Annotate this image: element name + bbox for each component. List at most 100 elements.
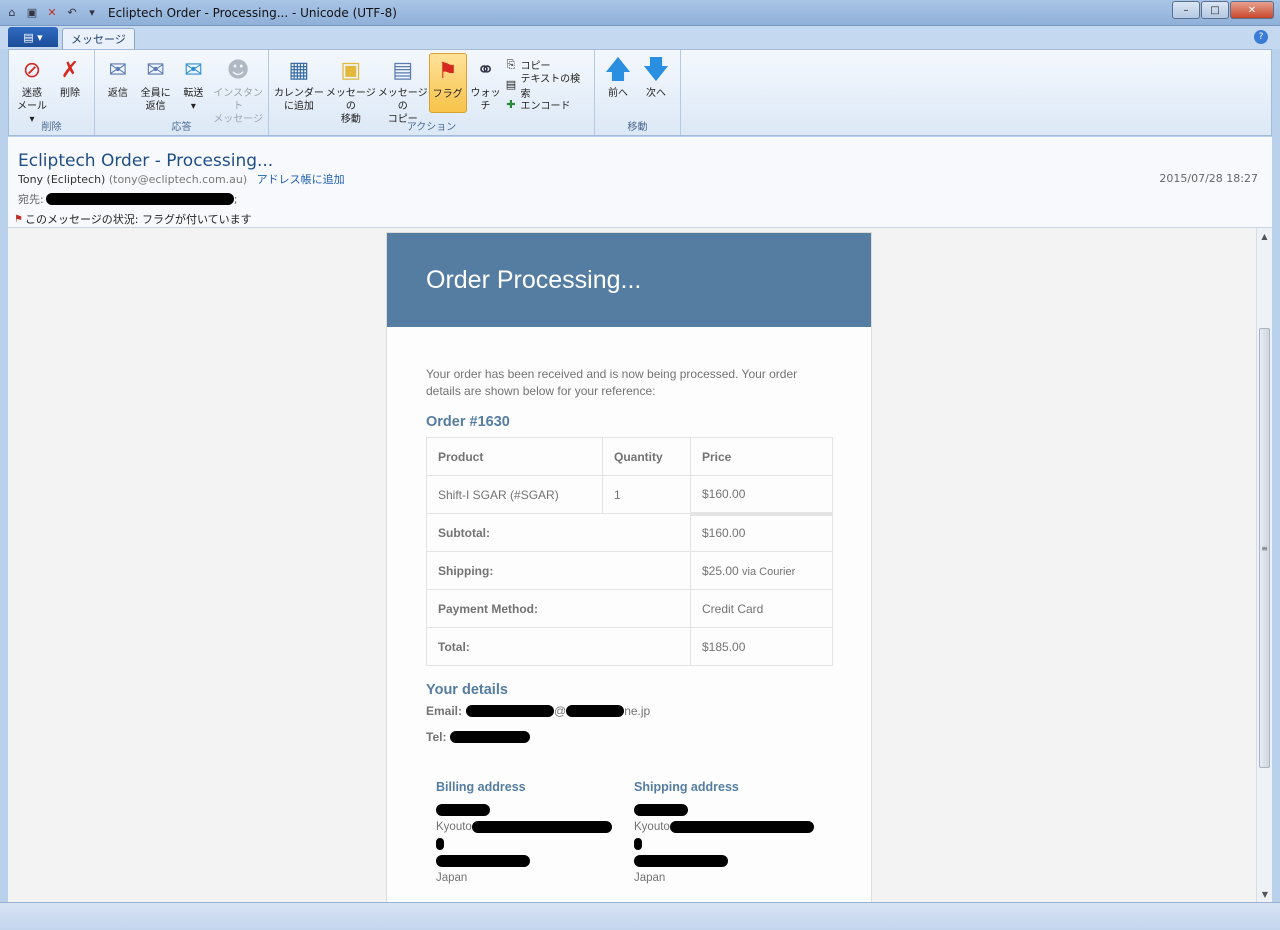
move-group-label: 移動 — [627, 122, 648, 133]
scroll-down-arrow-icon[interactable]: ▼ — [1257, 886, 1272, 902]
shipping-method: via Courier — [742, 565, 796, 578]
scroll-thumb[interactable]: ≡ — [1259, 328, 1270, 768]
close-button[interactable]: ✕ — [1230, 1, 1274, 19]
shipping-city: Kyouto — [634, 820, 670, 833]
copy-icon: ⎘ — [506, 57, 516, 71]
respond-group: ✉ 返信 ✉ 全員に 返信 ✉ 転送 ▾ ☻ インスタント メッセージ 応答 — [95, 50, 269, 135]
maximize-button[interactable]: □ — [1201, 1, 1229, 19]
payment-row: Payment Method: Credit Card — [426, 589, 833, 628]
move-group: 🡅 前へ 🡇 次へ 移動 — [595, 50, 681, 135]
redacted-email-user — [466, 705, 555, 717]
save-icon[interactable]: ▣ — [24, 5, 40, 21]
redacted-email-domain — [566, 705, 625, 717]
quantity-cell: 1 — [602, 475, 691, 514]
flag-button[interactable]: ⚑ フラグ — [428, 53, 467, 113]
find-text-button[interactable]: ▤ テキストの検索 — [505, 74, 591, 100]
arrow-up-icon: 🡅 — [604, 54, 632, 85]
redacted-billing-postcode — [436, 854, 530, 867]
tel-detail: Tel: — [426, 730, 832, 744]
shipping-label: Shipping: — [426, 551, 691, 590]
total-value: $185.00 — [690, 627, 833, 666]
payment-label: Payment Method: — [426, 589, 691, 628]
encode-icon: ✚ — [506, 98, 516, 111]
app-icon[interactable]: ⌂ — [4, 5, 20, 21]
delete-group-label: 削除 — [41, 122, 62, 133]
redacted-shipping-name — [634, 803, 688, 816]
redacted-billing-line — [436, 837, 444, 850]
actions-group: ▦ カレンダー に追加 ▣ メッセージの 移動 ▤ メッセージの コピー ⚑ フ… — [269, 50, 595, 135]
respond-group-label: 応答 — [171, 122, 192, 133]
minimize-button[interactable]: – — [1172, 1, 1200, 19]
glasses-icon: ⚭ — [476, 57, 495, 83]
title-bar: ⌂ ▣ ✕ ↶ ▾ Ecliptech Order - Processing..… — [0, 0, 1280, 26]
subtotal-label: Subtotal: — [426, 513, 691, 552]
address-section: Billing address Kyouto Japan Shipping ad… — [426, 780, 832, 886]
ribbon: ⊘ 迷惑 メール ▾ ✗ 削除 削除 ✉ 返信 ✉ 全員に 返信 ✉ 転送 ▾ … — [8, 49, 1272, 136]
order-heading: Order #1630 — [426, 414, 510, 430]
vertical-scrollbar[interactable]: ▲ ≡ ▼ — [1256, 228, 1272, 902]
reply-quick-icon[interactable]: ↶ — [64, 5, 80, 21]
email-detail: Email: @ ne.jp — [426, 704, 651, 718]
calendar-icon: ▦ — [288, 57, 310, 83]
forward-icon: ✉ — [184, 57, 203, 83]
arrow-down-icon: 🡇 — [642, 54, 670, 85]
junk-icon: ⊘ — [22, 57, 42, 83]
redacted-shipping-street — [669, 820, 814, 833]
billing-address: Billing address Kyouto Japan — [436, 780, 634, 886]
message-subject: Ecliptech Order - Processing... — [18, 151, 274, 171]
product-cell: Shift-I SGAR (#SGAR) — [426, 475, 603, 514]
redacted-billing-street — [471, 820, 612, 833]
folder-icon: ▣ — [340, 57, 362, 83]
to-label: 宛先: — [18, 193, 44, 206]
shipping-value: $25.00 via Courier — [690, 551, 833, 590]
sender-address: (tony@ecliptech.com.au) — [108, 173, 248, 186]
table-header-row: Product Quantity Price — [426, 437, 833, 476]
price-cell: $160.00 — [690, 475, 833, 514]
customize-quick-access-icon[interactable]: ▾ — [84, 5, 100, 21]
reply-all-icon: ✉ — [146, 57, 165, 83]
flag-status-icon: ⚑ — [14, 213, 23, 225]
flag-icon: ⚑ — [437, 58, 458, 84]
banner-title: Order Processing... — [426, 265, 642, 294]
payment-value: Credit Card — [690, 589, 833, 628]
redacted-shipping-line — [634, 837, 642, 850]
scroll-up-arrow-icon[interactable]: ▲ — [1257, 228, 1272, 244]
delete-quick-icon[interactable]: ✕ — [44, 5, 60, 21]
redacted-phone — [450, 731, 531, 743]
add-to-contacts-link[interactable]: アドレス帳に追加 — [257, 173, 345, 186]
status-bar — [0, 902, 1280, 930]
table-row: Shift-I SGAR (#SGAR) 1 $160.00 — [426, 475, 833, 514]
column-header: Quantity — [602, 437, 691, 476]
ribbon-tab-bar: ▤ ▾ メッセージ ? — [0, 26, 1280, 49]
sender: Tony (Ecliptech) (tony@ecliptech.com.au)… — [18, 171, 345, 187]
to-suffix: ; — [233, 192, 238, 206]
tab-message[interactable]: メッセージ — [62, 28, 135, 49]
window-title: Ecliptech Order - Processing... - Unicod… — [108, 5, 397, 20]
reply-icon: ✉ — [108, 57, 128, 83]
encode-button[interactable]: ✚ エンコード — [505, 95, 591, 114]
message-status: ⚑ このメッセージの状況: フラグが付いています — [14, 213, 252, 226]
app-menu-button[interactable]: ▤ ▾ — [8, 27, 58, 47]
find-text-icon: ▤ — [505, 78, 517, 91]
subtotal-value: $160.00 — [690, 511, 833, 552]
column-header: Price — [690, 437, 833, 476]
billing-heading: Billing address — [436, 780, 526, 794]
recipient-row: 宛先: ; — [18, 191, 237, 207]
column-header: Product — [426, 437, 603, 476]
intro-text: Your order has been received and is now … — [426, 367, 798, 398]
shipping-address: Shipping address Kyouto Japan — [634, 780, 832, 886]
message-body[interactable]: Order Processing... Your order has been … — [8, 228, 1272, 902]
order-table: Product Quantity Price Shift-I SGAR (#SG… — [426, 437, 833, 666]
billing-country: Japan — [436, 871, 468, 884]
redacted-shipping-postcode — [634, 854, 728, 867]
shipping-country: Japan — [634, 871, 666, 884]
email-banner: Order Processing... — [387, 233, 871, 327]
delete-icon: ✗ — [60, 57, 80, 83]
copy-message-icon: ▤ — [392, 57, 414, 83]
email-label: Email: — [426, 704, 463, 718]
subtotal-row: Subtotal: $160.00 — [426, 511, 833, 552]
help-icon[interactable]: ? — [1254, 30, 1268, 44]
tel-label: Tel: — [426, 730, 447, 744]
message-date: 2015/07/28 18:27 — [1159, 172, 1258, 185]
total-label: Total: — [426, 627, 691, 666]
